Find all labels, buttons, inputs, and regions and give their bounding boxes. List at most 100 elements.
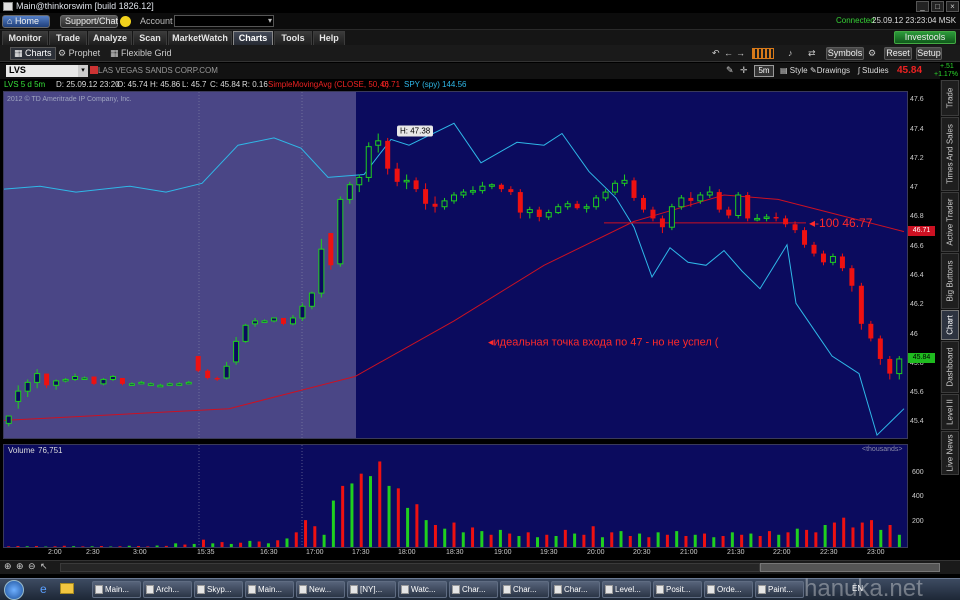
subtab-flexible-grid[interactable]: ▦ Flexible Grid bbox=[110, 48, 172, 59]
gear-icon[interactable]: ⚙ bbox=[868, 48, 876, 59]
wrench-icon[interactable]: ✎ bbox=[726, 65, 734, 76]
x-tick-label: 19:00 bbox=[494, 549, 512, 556]
company-name: LAS VEGAS SANDS CORP.COM bbox=[98, 66, 218, 75]
volume-bar bbox=[795, 528, 799, 547]
zoom-in-icon[interactable]: ⊕ bbox=[16, 561, 24, 572]
tab-tools[interactable]: Tools bbox=[274, 31, 312, 45]
taskbar-item-label: Char... bbox=[462, 585, 486, 594]
zoom-fit-icon[interactable]: ⊕ bbox=[4, 561, 12, 572]
taskbar-item[interactable]: Level... bbox=[602, 581, 651, 598]
taskbar-item[interactable]: Char... bbox=[551, 581, 600, 598]
tab-marketwatch[interactable]: MarketWatch bbox=[168, 31, 232, 45]
taskbar-item[interactable]: Paint... bbox=[755, 581, 804, 598]
style-menu[interactable]: ▤ Style bbox=[780, 66, 808, 75]
tab-analyze[interactable]: Analyze bbox=[88, 31, 132, 45]
volume-bar bbox=[359, 473, 363, 547]
volume-bar bbox=[638, 533, 642, 547]
arrow-right-icon[interactable]: → bbox=[736, 48, 745, 58]
close-button[interactable]: × bbox=[946, 1, 959, 12]
volume-bar bbox=[656, 532, 660, 547]
zoom-out-icon[interactable]: ⊖ bbox=[28, 561, 36, 572]
symbols-button[interactable]: Symbols bbox=[826, 47, 864, 60]
taskbar-item[interactable]: Orde... bbox=[704, 581, 753, 598]
bar-open: O: 45.74 bbox=[117, 80, 148, 89]
volume-bar bbox=[730, 532, 734, 547]
link-color-icon[interactable] bbox=[90, 66, 98, 74]
candle bbox=[564, 203, 571, 208]
tab-trade[interactable]: Trade bbox=[49, 31, 87, 45]
folder-icon[interactable] bbox=[60, 583, 74, 594]
horizontal-scrollbar[interactable] bbox=[60, 563, 760, 572]
taskbar-item[interactable]: Watc... bbox=[398, 581, 447, 598]
volume-bar bbox=[860, 522, 864, 547]
undo-icon[interactable]: ↶ bbox=[712, 48, 720, 59]
setup-button[interactable]: Setup bbox=[916, 47, 942, 60]
sidetab-chart[interactable]: Chart bbox=[941, 310, 959, 340]
sidetab-trade[interactable]: Trade bbox=[941, 80, 959, 116]
studies-label: Studies bbox=[862, 66, 889, 75]
grid-layout-icon[interactable] bbox=[752, 48, 774, 59]
volume-bar bbox=[675, 531, 679, 547]
subtab-charts[interactable]: ▦ Charts bbox=[10, 47, 56, 60]
symbol-input[interactable]: LVS bbox=[6, 65, 78, 77]
arrow-left-icon[interactable]: ← bbox=[724, 48, 733, 58]
time-axis[interactable]: 2:00 2:30 3:00 15:35 16:30 17:00 17:30 18:00 18:… bbox=[0, 548, 908, 560]
chevron-down-icon[interactable]: ▾ bbox=[268, 16, 272, 25]
investools-button[interactable]: Investools bbox=[894, 31, 956, 44]
period-button[interactable]: 5m bbox=[754, 65, 774, 77]
candle bbox=[176, 383, 183, 386]
taskbar-item[interactable]: [NY]... bbox=[347, 581, 396, 598]
chevron-down-icon[interactable]: ▾ bbox=[78, 65, 88, 77]
taskbar-item[interactable]: Main... bbox=[92, 581, 141, 598]
taskbar-item[interactable]: Main... bbox=[245, 581, 294, 598]
candle bbox=[346, 184, 353, 200]
candle bbox=[289, 317, 296, 325]
taskbar-item[interactable]: Char... bbox=[449, 581, 498, 598]
reset-button[interactable]: Reset bbox=[884, 47, 912, 60]
taskbar-item[interactable]: Skyp... bbox=[194, 581, 243, 598]
pointer-icon[interactable]: ↖ bbox=[40, 561, 48, 572]
support-chat-button[interactable]: Support/Chat bbox=[60, 15, 118, 28]
x-tick-label: 19:30 bbox=[540, 549, 558, 556]
sidetab-dashboard[interactable]: Dashboard bbox=[941, 341, 959, 393]
sidetab-big-buttons[interactable]: Big Buttons bbox=[941, 253, 959, 309]
tab-charts[interactable]: Charts bbox=[233, 31, 273, 45]
taskbar-item[interactable]: Char... bbox=[500, 581, 549, 598]
candle bbox=[423, 189, 429, 204]
browser-icon[interactable]: e bbox=[40, 582, 47, 596]
start-icon[interactable] bbox=[4, 580, 24, 600]
minimize-button[interactable]: _ bbox=[916, 1, 929, 12]
volume-pane[interactable]: Volume 76,751 <thousands> bbox=[3, 444, 908, 548]
tab-help[interactable]: Help bbox=[313, 31, 345, 45]
tab-scan[interactable]: Scan bbox=[133, 31, 167, 45]
sidetab-live-news[interactable]: Live News bbox=[941, 431, 959, 475]
volume-bar bbox=[90, 546, 94, 547]
subtab-prophet[interactable]: ⚙ Prophet bbox=[58, 48, 100, 59]
account-select[interactable] bbox=[174, 15, 274, 27]
taskbar-item[interactable]: Posit... bbox=[653, 581, 702, 598]
candle bbox=[147, 383, 154, 386]
maximize-button[interactable]: □ bbox=[931, 1, 944, 12]
candle bbox=[271, 317, 277, 322]
sidetab-level-ii[interactable]: Level II bbox=[941, 394, 959, 430]
volume-bar bbox=[712, 537, 716, 547]
volume-bar bbox=[814, 532, 818, 547]
home-button[interactable]: ⌂ Home bbox=[2, 15, 50, 28]
sidetab-active-trader[interactable]: Active Trader bbox=[941, 192, 959, 252]
sidetab-label: Trade bbox=[945, 87, 955, 109]
link-icon[interactable]: ⇄ bbox=[808, 48, 816, 59]
sidetab-times-and-sales[interactable]: Times And Sales bbox=[941, 117, 959, 191]
price-axis[interactable]: 47.6 47.4 47.2 47 46.8 46.6 46.4 46.2 46 45.8 45.6… bbox=[908, 91, 937, 439]
tab-monitor[interactable]: Monitor bbox=[2, 31, 48, 45]
crosshair-icon[interactable]: ✛ bbox=[740, 65, 748, 76]
app-icon bbox=[3, 2, 13, 11]
drawings-menu[interactable]: ✎Drawings bbox=[810, 66, 850, 75]
taskbar-item[interactable]: Arch... bbox=[143, 581, 192, 598]
sidetab-label: Chart bbox=[945, 315, 955, 335]
scrollbar-thumb[interactable] bbox=[760, 563, 940, 572]
studies-menu[interactable]: ʃ Studies bbox=[858, 66, 889, 75]
candle bbox=[223, 365, 230, 379]
taskbar-item[interactable]: New... bbox=[296, 581, 345, 598]
bell-icon[interactable]: ♪ bbox=[788, 48, 793, 58]
price-chart[interactable]: H: 47.38 ◂-100 46.77 ◂идеальная точка вход… bbox=[3, 91, 908, 439]
